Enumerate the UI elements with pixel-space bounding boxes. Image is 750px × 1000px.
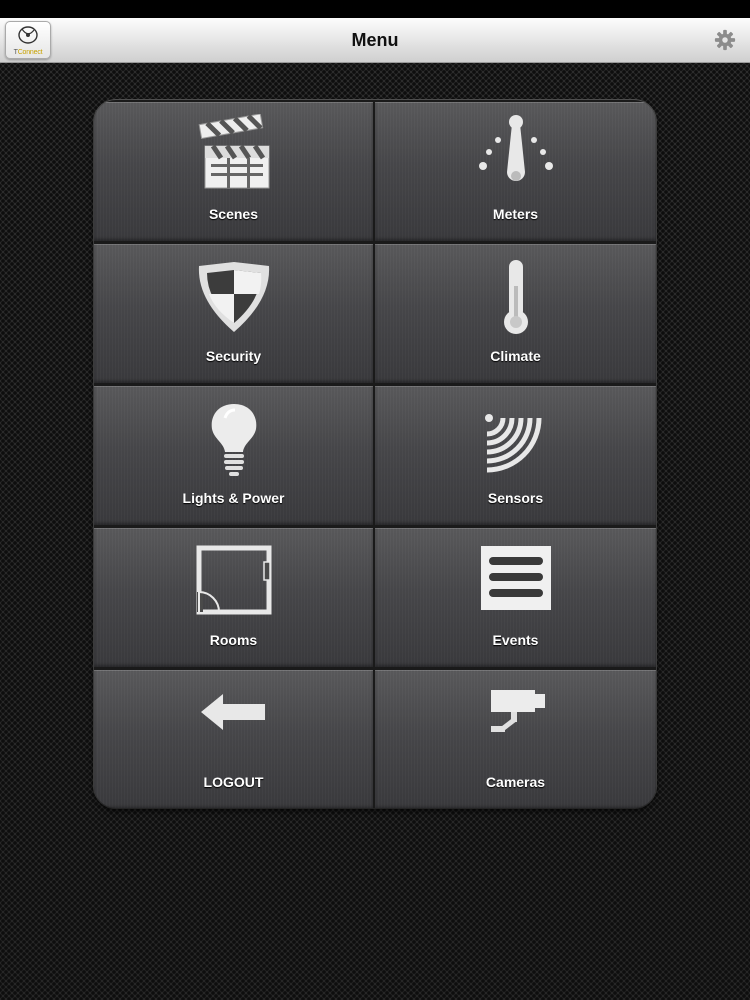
shield-icon xyxy=(198,262,269,332)
gauge-icon xyxy=(478,115,553,181)
list-icon xyxy=(480,546,551,610)
menu-item-label: Climate xyxy=(490,348,541,364)
arrow-left-icon xyxy=(200,694,265,730)
page-title: Menu xyxy=(351,30,399,50)
lightbulb-icon xyxy=(211,404,256,476)
menu-item-logout[interactable]: LOGOUT xyxy=(94,670,373,808)
menu-item-label: Sensors xyxy=(487,490,544,506)
menu-item-cameras[interactable]: Cameras xyxy=(375,670,656,808)
menu-item-scenes[interactable]: Scenes xyxy=(94,102,373,241)
menu-item-label: Rooms xyxy=(209,632,258,648)
thermometer-icon xyxy=(503,260,528,334)
camera-icon xyxy=(490,690,545,732)
menu-item-label: Cameras xyxy=(485,774,546,790)
gear-icon[interactable] xyxy=(714,29,736,51)
menu-item-lights-power[interactable]: Lights & Power xyxy=(94,386,373,525)
status-bar xyxy=(0,0,750,18)
menu-item-label: Meters xyxy=(492,206,539,222)
menu-item-events[interactable]: Events xyxy=(375,528,656,667)
floorplan-icon xyxy=(196,545,271,615)
menu-item-meters[interactable]: Meters xyxy=(375,102,656,241)
navigation-bar: TConnect Menu xyxy=(0,18,750,63)
menu-item-rooms[interactable]: Rooms xyxy=(94,528,373,667)
menu-item-sensors[interactable]: Sensors xyxy=(375,386,656,525)
clapperboard-icon xyxy=(198,114,269,189)
menu-item-label: LOGOUT xyxy=(203,774,264,790)
signal-waves-icon xyxy=(484,414,541,473)
menu-item-climate[interactable]: Climate xyxy=(375,244,656,383)
menu-grid: Scenes Meters Security Climate Lights & … xyxy=(94,100,656,808)
menu-item-label: Lights & Power xyxy=(182,490,285,506)
menu-item-label: Events xyxy=(492,632,539,648)
menu-item-label: Scenes xyxy=(208,206,259,222)
menu-item-label: Security xyxy=(205,348,262,364)
menu-item-security[interactable]: Security xyxy=(94,244,373,383)
